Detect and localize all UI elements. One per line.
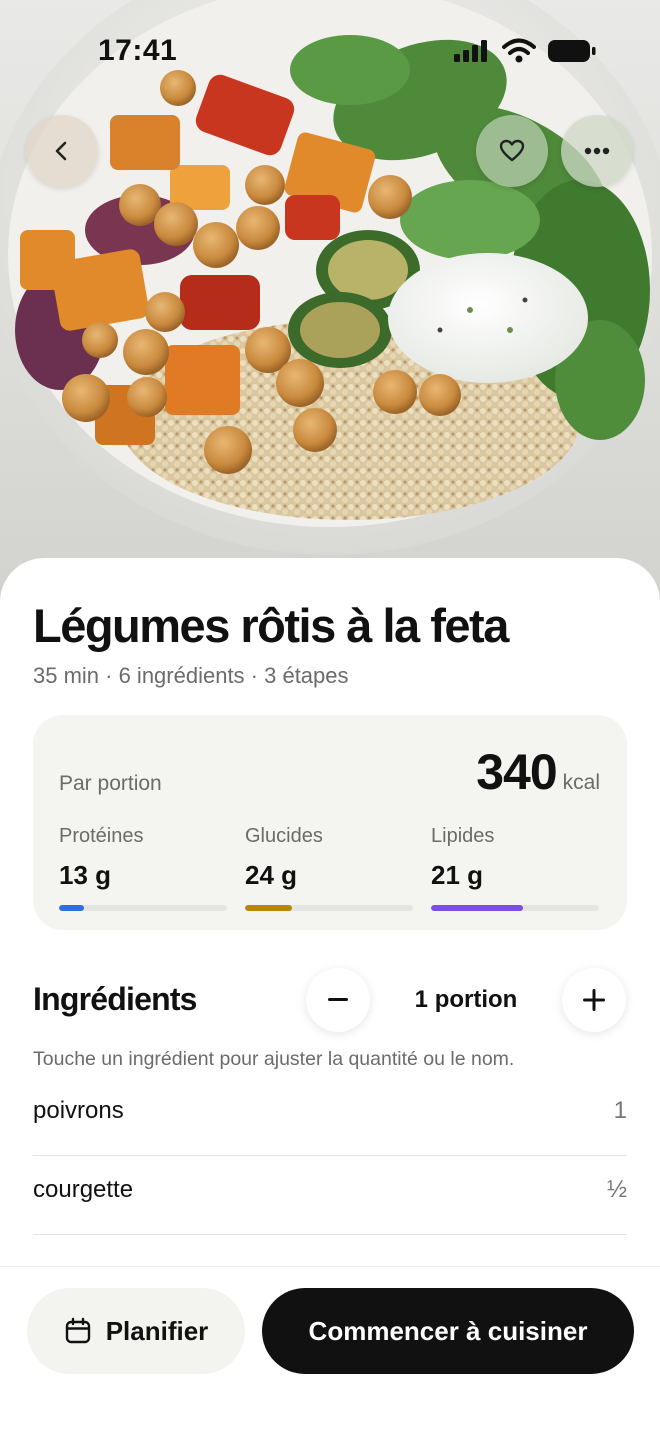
ingredient-row[interactable]: poivrons 1: [33, 1077, 627, 1156]
kcal-value: 340: [476, 744, 557, 800]
macro-progress-track: [245, 905, 413, 911]
decrease-portion-button[interactable]: [306, 968, 370, 1032]
recipe-title: Légumes rôtis à la feta: [33, 599, 509, 652]
wifi-icon: [502, 38, 536, 63]
ingredient-name: poivrons: [33, 1097, 124, 1124]
minus-icon: [328, 998, 348, 1001]
plan-button[interactable]: Planifier: [27, 1288, 245, 1374]
favorite-button[interactable]: [476, 115, 548, 187]
status-bar: 17:41: [0, 0, 660, 100]
start-cooking-label: Commencer à cuisiner: [308, 1315, 588, 1346]
plus-icon: [583, 989, 605, 1011]
per-portion-label: Par portion: [59, 772, 162, 795]
macro-value: 13 g: [59, 860, 112, 890]
macro-value: 21 g: [431, 860, 484, 890]
heart-icon: [499, 139, 525, 162]
macro-fats: Lipides 21 g: [431, 825, 599, 911]
back-button[interactable]: [26, 115, 98, 187]
portion-count: 1 portion: [414, 986, 518, 1013]
ingredient-row[interactable]: courgette ½: [33, 1156, 627, 1235]
more-options-button[interactable]: [561, 115, 633, 187]
ellipsis-icon: [584, 147, 610, 155]
cellular-signal-icon: [454, 40, 487, 62]
macro-label: Lipides: [431, 825, 495, 847]
status-time: 17:41: [98, 34, 178, 67]
nutrition-card: Par portion 340 kcal Protéines 13 g Gluc…: [33, 715, 627, 930]
bottom-action-bar: Planifier Commencer à cuisiner: [0, 1266, 660, 1435]
macro-label: Protéines: [59, 825, 144, 847]
kcal-unit: kcal: [562, 771, 600, 794]
calendar-icon: [65, 1317, 90, 1344]
increase-portion-button[interactable]: [562, 968, 626, 1032]
plan-label: Planifier: [105, 1315, 209, 1346]
macro-progress-fill: [245, 905, 293, 911]
macro-value: 24 g: [245, 860, 298, 890]
ingredients-hint: Touche un ingrédient pour ajuster la qua…: [33, 1048, 515, 1070]
status-icons: [454, 38, 596, 64]
macro-label: Glucides: [245, 825, 323, 847]
macro-progress-track: [431, 905, 599, 911]
ingredient-quantity: 1: [613, 1097, 627, 1124]
macro-proteins: Protéines 13 g: [59, 825, 227, 911]
ingredient-quantity: ½: [606, 1176, 627, 1203]
start-cooking-button[interactable]: Commencer à cuisiner: [262, 1288, 634, 1374]
macro-progress-track: [59, 905, 227, 911]
recipe-meta: 35 min · 6 ingrédients · 3 étapes: [33, 663, 349, 688]
ingredient-name: courgette: [33, 1176, 134, 1203]
chevron-left-icon: [55, 141, 67, 161]
calories: 340 kcal: [476, 743, 600, 801]
macro-carbs: Glucides 24 g: [245, 825, 413, 911]
battery-icon: [548, 40, 596, 62]
macro-progress-fill: [431, 905, 524, 911]
macro-progress-fill: [59, 905, 85, 911]
ingredients-title: Ingrédients: [33, 981, 197, 1017]
